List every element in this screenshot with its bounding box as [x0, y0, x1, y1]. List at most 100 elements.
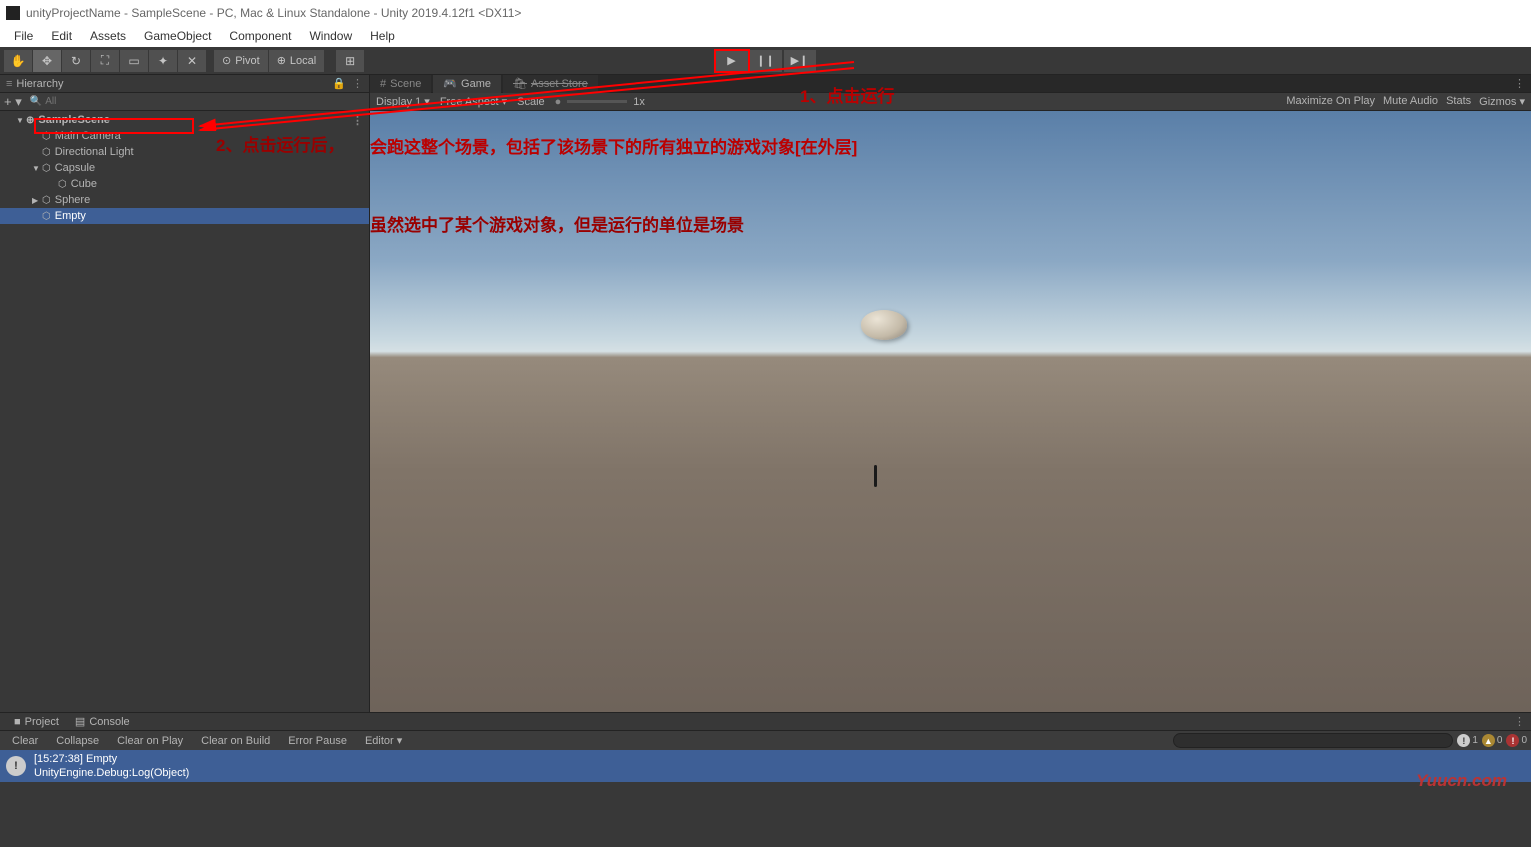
search-icon: 🔍 — [30, 96, 42, 107]
menu-edit[interactable]: Edit — [43, 27, 80, 45]
console-body — [0, 782, 1531, 842]
add-button[interactable]: + ▾ — [4, 94, 22, 110]
hierarchy-header[interactable]: ≡ Hierarchy 🔒 ⋮ — [0, 75, 369, 93]
info-icon: ! — [1457, 734, 1470, 747]
gameobject-icon: ⬡ — [42, 195, 51, 206]
hierarchy-toolbar: + ▾ 🔍 — [0, 93, 369, 111]
msg-line2: UnityEngine.Debug:Log(Object) — [34, 766, 189, 780]
step-button[interactable]: ▶❙ — [784, 50, 816, 72]
info-icon: ! — [6, 756, 26, 776]
titlebar: unityProjectName - SampleScene - PC, Mac… — [0, 0, 1531, 25]
title-text: unityProjectName - SampleScene - PC, Mac… — [26, 6, 521, 20]
hierarchy-item-cube[interactable]: ⬡Cube — [0, 176, 369, 192]
transform-tool[interactable]: ✦ — [149, 50, 177, 72]
scene-options-icon[interactable]: ⋮ — [352, 114, 363, 127]
info-badge[interactable]: !1 — [1457, 734, 1478, 747]
unity-scene-icon: ⊕ — [26, 115, 34, 126]
msg-line1: [15:27:38] Empty — [34, 752, 189, 766]
error-badge[interactable]: !0 — [1506, 734, 1527, 747]
console-toolbar: Clear Collapse Clear on Play Clear on Bu… — [0, 730, 1531, 750]
hierarchy-search[interactable] — [45, 96, 365, 107]
hierarchy-panel: ≡ Hierarchy 🔒 ⋮ + ▾ 🔍 ▼ ⊕ SampleScene ⋮ … — [0, 75, 370, 712]
gameobject-icon: ⬡ — [42, 163, 51, 174]
viewport-area: #Scene 🎮Game 🛍Asset Store ⋮ Display 1 ▾ … — [370, 75, 1531, 712]
capsule-object — [861, 310, 907, 340]
menu-help[interactable]: Help — [362, 27, 403, 45]
menu-gameobject[interactable]: GameObject — [136, 27, 219, 45]
panel-menu-icon: ≡ — [6, 78, 12, 90]
error-icon: ! — [1506, 734, 1519, 747]
unity-icon — [6, 6, 20, 20]
gameobject-icon: ⬡ — [42, 211, 51, 222]
hierarchy-item-light[interactable]: ⬡Directional Light — [0, 144, 369, 160]
collapse-toggle[interactable]: Collapse — [48, 733, 107, 749]
rect-tool[interactable]: ▭ — [120, 50, 148, 72]
local-toggle[interactable]: ⊕Local — [269, 50, 325, 72]
bottom-tabs: ■Project ▤Console ⋮ — [0, 712, 1531, 730]
scale-label: Scale — [517, 96, 545, 108]
console-icon: ▤ — [75, 715, 85, 728]
expand-icon[interactable]: ▼ — [16, 116, 26, 125]
error-pause-toggle[interactable]: Error Pause — [280, 733, 355, 749]
warn-badge[interactable]: ▲0 — [1482, 734, 1503, 747]
hierarchy-item-empty[interactable]: ⬡Empty — [0, 208, 369, 224]
game-render — [370, 111, 1531, 712]
menubar: File Edit Assets GameObject Component Wi… — [0, 25, 1531, 47]
hand-tool[interactable]: ✋ — [4, 50, 32, 72]
hierarchy-item-sphere[interactable]: ▶⬡Sphere — [0, 192, 369, 208]
expand-icon[interactable]: ▼ — [32, 164, 42, 173]
pivot-toggle[interactable]: ⊙Pivot — [214, 50, 268, 72]
main-toolbar: ✋ ✥ ↻ ⛶ ▭ ✦ ✕ ⊙Pivot ⊕Local ⊞ ▶ ❙❙ ▶❙ — [0, 47, 1531, 75]
tab-project[interactable]: ■Project — [6, 716, 67, 728]
menu-assets[interactable]: Assets — [82, 27, 134, 45]
gameobject-icon: ⬡ — [42, 131, 51, 142]
tab-options-icon[interactable]: ⋮ — [1514, 77, 1525, 90]
gameobject-icon: ⬡ — [42, 147, 51, 158]
panel-options-icon[interactable]: ⋮ — [1514, 715, 1525, 728]
clear-on-play-toggle[interactable]: Clear on Play — [109, 733, 191, 749]
custom-tool[interactable]: ✕ — [178, 50, 206, 72]
panel-options-icon[interactable]: ⋮ — [352, 77, 363, 90]
stats-toggle[interactable]: Stats — [1446, 95, 1471, 108]
rotate-tool[interactable]: ↻ — [62, 50, 90, 72]
gameobject-icon: ⬡ — [58, 179, 67, 190]
watermark: Yuucn.com — [1416, 771, 1507, 791]
gizmos-toggle[interactable]: Gizmos ▾ — [1479, 95, 1525, 108]
menu-window[interactable]: Window — [301, 27, 360, 45]
scene-row[interactable]: ▼ ⊕ SampleScene ⋮ — [0, 112, 369, 128]
hierarchy-tree: ▼ ⊕ SampleScene ⋮ ⬡Main Camera ⬡Directio… — [0, 111, 369, 712]
game-view[interactable]: 会跑这整个场景，包括了该场景下的所有独立的游戏对象[在外层] 虽然选中了某个游戏… — [370, 111, 1531, 712]
collapse-icon[interactable]: ▶ — [32, 196, 42, 205]
tab-asset-store[interactable]: 🛍Asset Store — [503, 75, 598, 93]
hierarchy-item-camera[interactable]: ⬡Main Camera — [0, 128, 369, 144]
scale-slider[interactable] — [567, 100, 627, 103]
mute-toggle[interactable]: Mute Audio — [1383, 95, 1438, 108]
editor-dropdown[interactable]: Editor ▾ — [357, 732, 410, 749]
console-message[interactable]: ! [15:27:38] Empty UnityEngine.Debug:Log… — [0, 750, 1531, 782]
folder-icon: ■ — [14, 716, 21, 728]
clear-on-build-toggle[interactable]: Clear on Build — [193, 733, 278, 749]
tab-console[interactable]: ▤Console — [67, 715, 138, 728]
menu-component[interactable]: Component — [221, 27, 299, 45]
pause-button[interactable]: ❙❙ — [750, 50, 782, 72]
display-dropdown[interactable]: Display 1 ▾ — [376, 95, 430, 108]
snap-toggle[interactable]: ⊞ — [336, 50, 364, 72]
maximize-toggle[interactable]: Maximize On Play — [1286, 95, 1375, 108]
game-toolbar: Display 1 ▾ Free Aspect ▾ Scale ● 1x Max… — [370, 93, 1531, 111]
view-tabs: #Scene 🎮Game 🛍Asset Store ⋮ — [370, 75, 1531, 93]
hierarchy-item-capsule[interactable]: ▼⬡Capsule — [0, 160, 369, 176]
clear-button[interactable]: Clear — [4, 733, 46, 749]
aspect-dropdown[interactable]: Free Aspect ▾ — [440, 95, 507, 108]
playback-controls: ▶ ❙❙ ▶❙ — [716, 50, 816, 72]
stick-object — [874, 465, 877, 487]
move-tool[interactable]: ✥ — [33, 50, 61, 72]
scale-value: 1x — [633, 96, 645, 108]
tab-game[interactable]: 🎮Game — [433, 75, 501, 93]
play-button[interactable]: ▶ — [716, 50, 748, 72]
console-search[interactable] — [1173, 733, 1453, 748]
scale-tool[interactable]: ⛶ — [91, 50, 119, 72]
menu-file[interactable]: File — [6, 27, 41, 45]
warn-icon: ▲ — [1482, 734, 1495, 747]
tab-scene[interactable]: #Scene — [370, 75, 431, 93]
lock-icon[interactable]: 🔒 — [332, 77, 346, 90]
